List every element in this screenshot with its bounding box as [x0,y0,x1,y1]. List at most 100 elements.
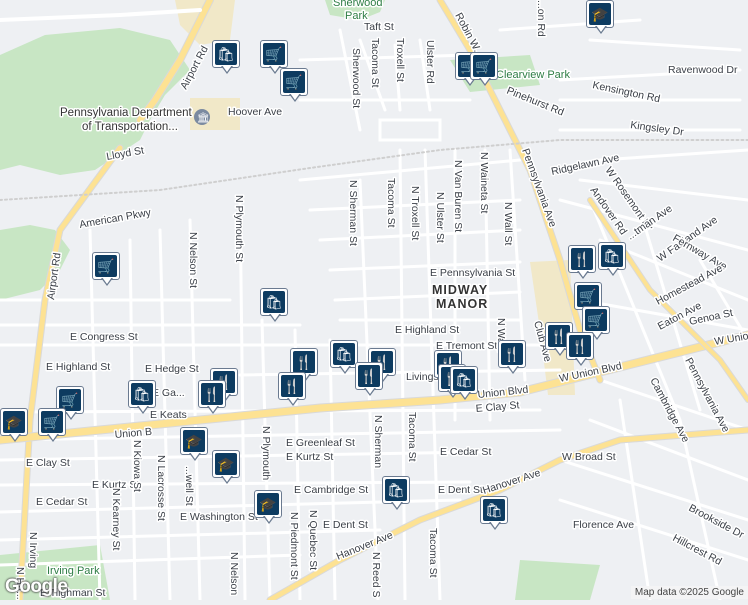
cart-icon: 🛒 [41,411,63,433]
shopping-pin[interactable]: 🛍 [598,242,628,276]
graduation-cap-icon: 🎓 [3,411,25,433]
label-hoover: Hoover Ave [228,106,282,118]
label-e-pennsylvania: E Pennsylvania St [430,267,515,279]
label-n-plymouth-s: N Plymouth [260,426,272,480]
label-ravenwood: Ravenwood Dr [668,64,738,76]
school-pin[interactable]: 🎓 [254,490,284,524]
label-n-waineta: N Waineta St [478,152,490,214]
label-penndot-2: of Transportation... [82,121,178,133]
label-n-wall: N Wall St [502,202,514,245]
label-tacoma-bottom: Tacoma St [427,528,439,578]
restaurant-pin[interactable]: 🍴 [566,332,596,366]
fork-knife-icon: 🍴 [501,343,523,365]
restaurant-pin[interactable]: 🍴 [198,380,228,414]
school-pin[interactable]: 🎓 [212,450,242,484]
area-labels: MIDWAY MANOR [431,282,489,313]
label-taft: Taft St [364,21,394,33]
label-n-quebec: N Quebec St [307,510,319,570]
label-top-rd: ...on Rd [535,0,547,37]
label-e-dent: E Dent St [438,484,483,496]
label-e-kurtz: E Kurtz St [286,451,333,463]
map-attribution[interactable]: Map data ©2025 Google [630,586,748,599]
bag-icon: 🛍 [385,479,407,501]
label-ulster-top: Ulster Rd [424,40,436,84]
label-n-irving: N Irving [27,532,39,568]
label-e-greenleaf: E Greenleaf St [286,437,355,449]
grocery-pin[interactable]: 🛒 [280,68,310,102]
shopping-pin[interactable]: 🛍 [450,366,480,400]
label-e-dent-w: E Dent St [323,519,368,531]
restaurant-pin[interactable]: 🍴 [278,372,308,406]
government-glyph: 🏛 [197,112,210,124]
school-pin[interactable]: 🎓 [586,0,616,34]
grocery-pin[interactable]: 🛒 [470,52,500,86]
fork-knife-icon: 🍴 [571,248,593,270]
google-logo: Google [5,576,68,597]
cart-icon: 🛒 [283,71,305,93]
shopping-pin[interactable]: 🛍 [260,288,290,322]
label-sherwood-park-1: Sherwood [333,0,383,9]
shopping-pin[interactable]: 🛍 [128,380,158,414]
park-area-southeast [515,560,600,600]
label-n-kearney: N Kearney St [110,488,122,551]
school-pin[interactable]: 🎓 [180,427,210,461]
grocery-pin[interactable]: 🛒 [92,252,122,286]
map-base-layer: Airport Rd Airport Rd Hoover Ave Lloyd S… [0,0,748,604]
label-e-highland: E Highland St [395,324,459,336]
school-pin[interactable]: 🎓 [0,408,30,442]
cart-icon: 🛒 [95,255,117,277]
label-n-piedmont: N Piedmont St [288,512,300,580]
restaurant-pin[interactable]: 🍴 [498,340,528,374]
label-well-st: ...well St [183,466,195,506]
label-e-congress: E Congress St [70,331,138,343]
graduation-cap-icon: 🎓 [257,493,279,515]
label-tacoma-top: Tacoma St [369,38,381,88]
shopping-pin[interactable]: 🛍 [212,40,242,74]
bag-icon: 🛍 [263,291,285,313]
label-n-nelson: N Nelson St [187,232,199,288]
label-sherwood-st: Sherwood St [350,48,362,108]
label-n-ulster: N Ulster St [434,192,446,243]
bag-icon: 🛍 [483,499,505,521]
shopping-pin[interactable]: 🛍 [480,496,510,530]
label-n-sherman: N Sherman St [347,180,359,246]
label-n-plymouth: N Plymouth St [233,195,245,262]
fork-knife-icon: 🍴 [358,365,380,387]
fork-knife-icon: 🍴 [569,335,591,357]
label-w-broad: W Broad St [562,451,616,463]
label-n-nelson-s: N Nelson [228,552,240,595]
label-e-highland-w: E Highland St [46,361,110,373]
label-midway-2: MANOR [436,297,488,311]
restaurant-pin[interactable]: 🍴 [568,245,598,279]
map-canvas[interactable]: Airport Rd Airport Rd Hoover Ave Lloyd S… [0,0,748,604]
label-e-washington: E Washington St [180,511,258,523]
fork-knife-icon: 🍴 [293,351,315,373]
fork-knife-icon: 🍴 [281,375,303,397]
fork-knife-icon: 🍴 [201,383,223,405]
shopping-pin[interactable]: 🛍 [382,476,412,510]
cart-icon: 🛒 [263,43,285,65]
label-midway-1: MIDWAY [432,283,488,297]
label-sherwood-park-2: Park [345,10,368,22]
label-e-hedge: E Hedge St [145,363,199,375]
cart-icon: 🛒 [585,309,607,331]
cart-icon: 🛒 [577,285,599,307]
graduation-cap-icon: 🎓 [589,3,611,25]
label-clearview-park: Clearview Park [496,69,570,81]
label-florence: Florence Ave [573,519,634,531]
label-n-troxell: N Troxell St [409,186,421,240]
label-n-van-buren: N Van Buren St [452,160,464,232]
restaurant-pin[interactable]: 🍴 [355,362,385,396]
label-tacoma-mid: Tacoma St [385,178,397,228]
label-e-cedar: E Cedar St [440,446,491,458]
bag-icon: 🛍 [215,43,237,65]
bag-icon: 🛍 [601,245,623,267]
label-n-kiowa: N Kiowa St [131,440,143,492]
bag-icon: 🛍 [333,343,355,365]
cart-icon: 🛒 [473,55,495,77]
bag-icon: 🛍 [131,383,153,405]
label-e-cambridge: E Cambridge St [294,484,368,496]
label-e-cedar-w: E Cedar St [36,496,87,508]
grocery-pin[interactable]: 🛒 [38,408,68,442]
label-n-sherman-s: N Sherman [372,415,384,468]
